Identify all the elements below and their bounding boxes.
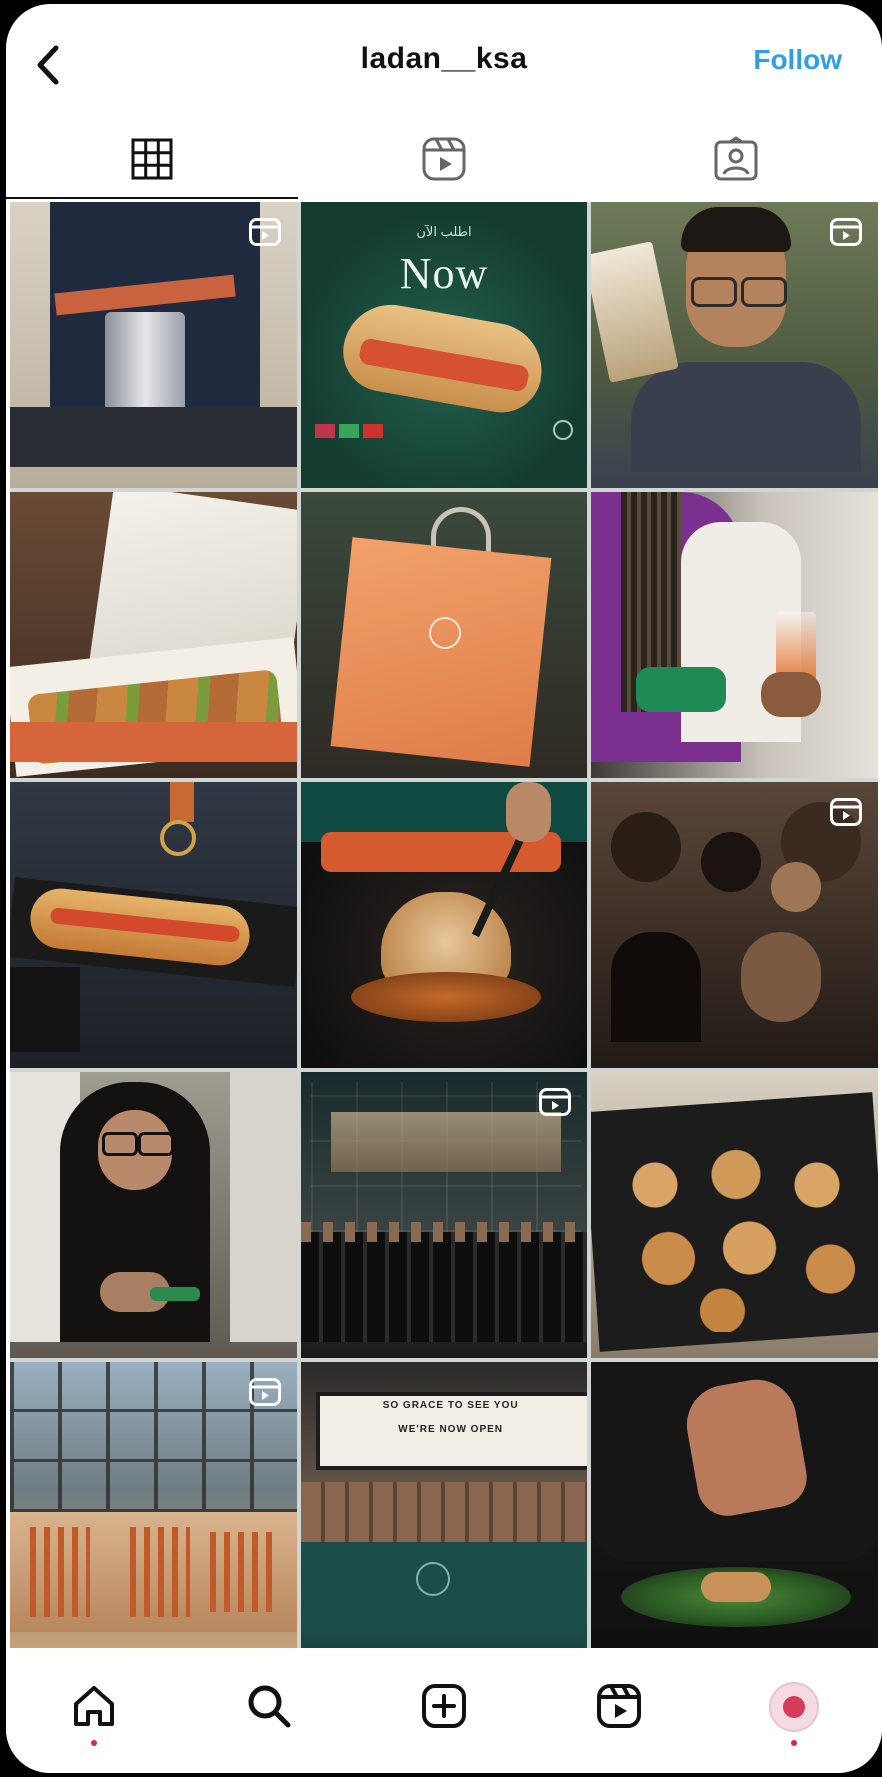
reel-badge-icon [829,218,862,246]
post-tile[interactable] [10,1362,297,1648]
reel-badge-icon [829,798,862,826]
profile-tabs [6,119,882,199]
tagged-icon [714,136,758,181]
marquee-line: WE'RE NOW OPEN [398,1424,504,1435]
nav-search[interactable] [181,1652,356,1773]
create-icon [422,1684,466,1728]
post-tile[interactable]: SO GRACE TO SEE YOU WE'RE NOW OPEN [300,1362,588,1648]
post-tile[interactable] [10,1072,297,1358]
post-tile[interactable] [591,492,878,778]
marquee-line: SO GRACE TO SEE YOU [382,1400,519,1411]
post-subheadline: اطلب الآن [416,224,472,239]
post-tile[interactable] [591,782,878,1068]
tab-tagged[interactable] [590,119,882,199]
profile-avatar [769,1682,820,1732]
post-tile[interactable]: اطلب الآن Now [300,202,588,488]
posts-grid: اطلب الآن Now SO GRACE TO SEE YOU WE'RE … [10,202,878,1648]
grid-icon [131,138,173,180]
post-tile[interactable] [10,782,297,1068]
profile-header: ladan__ksa Follow [6,4,882,119]
nav-create[interactable] [356,1652,531,1773]
reel-badge-icon [248,1378,281,1406]
bottom-navigation [6,1652,882,1773]
post-tile[interactable] [300,782,588,1068]
notification-dot [90,1740,97,1746]
nav-home[interactable] [6,1652,181,1773]
post-tile[interactable] [591,1072,878,1358]
post-tile[interactable] [10,202,297,488]
reels-icon [597,1684,642,1728]
post-headline: Now [399,249,489,298]
follow-button[interactable]: Follow [753,44,842,76]
reel-badge-icon [539,1088,572,1116]
post-tile[interactable] [591,1362,878,1648]
tab-reels[interactable] [298,119,590,199]
reels-icon [422,137,466,181]
post-tile[interactable] [300,1072,588,1358]
reel-badge-icon [248,218,281,246]
home-icon [73,1686,114,1726]
post-tile[interactable] [300,492,588,778]
phone-screen: ladan__ksa Follow اطلب الآن Now SO GRACE… [6,4,882,1773]
search-icon [248,1685,291,1728]
post-tile[interactable] [591,202,878,488]
profile-username: ladan__ksa [360,42,528,75]
nav-profile[interactable] [707,1652,882,1773]
tab-posts-grid[interactable] [6,119,298,199]
post-tile[interactable] [10,492,297,778]
nav-reels[interactable] [532,1652,707,1773]
avatar-logo-icon [783,1696,806,1718]
notification-dot [791,1740,798,1746]
